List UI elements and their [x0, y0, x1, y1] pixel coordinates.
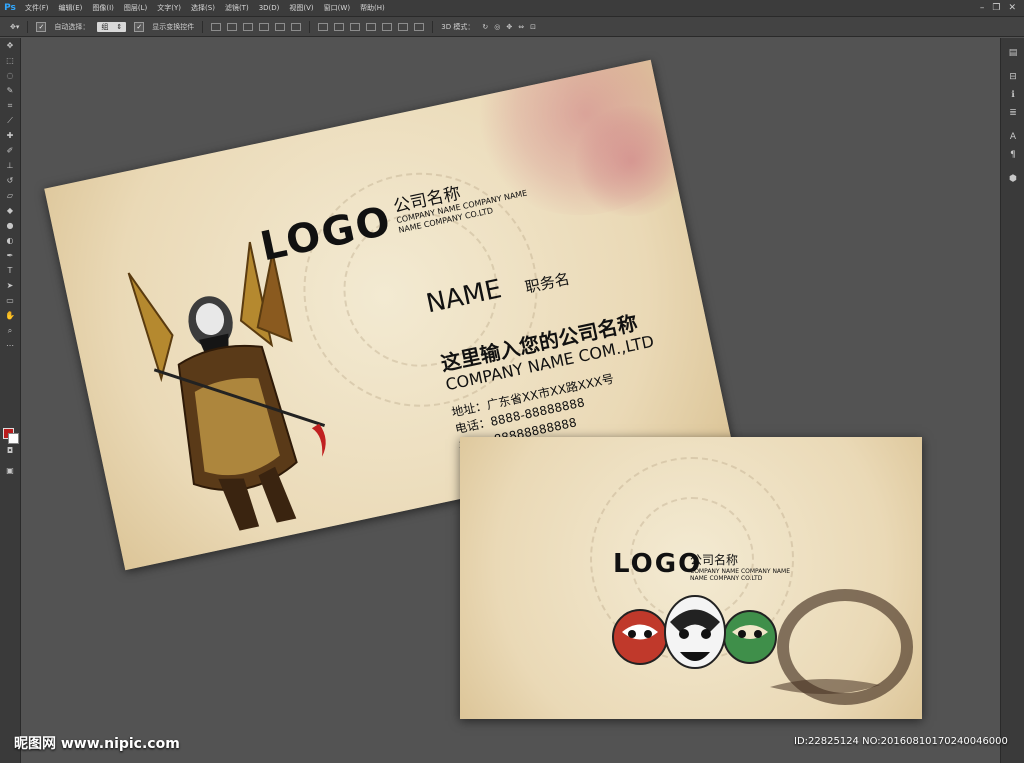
distribute-vcenter-icon[interactable]: [334, 22, 345, 31]
business-card-back[interactable]: LOGO 公司名称 COMPANY NAME COMPANY NAME NAME…: [460, 437, 922, 719]
crop-tool-icon[interactable]: ⌗: [0, 98, 20, 113]
auto-select-dropdown[interactable]: 组 ⇕: [97, 21, 127, 32]
roll-3d-icon[interactable]: ◎: [494, 23, 500, 31]
distribute-left-icon[interactable]: [366, 22, 377, 31]
slide-3d-icon[interactable]: ⇔: [518, 23, 524, 31]
auto-select-label: 自动选择：: [54, 22, 90, 31]
photoshop-logo-icon: Ps: [4, 3, 16, 13]
scale-3d-icon[interactable]: ⊡: [530, 23, 536, 31]
distribute-hcenter-icon[interactable]: [382, 22, 393, 31]
divider: [202, 20, 204, 33]
drag-3d-icon[interactable]: ✥: [506, 23, 512, 31]
distribute-top-icon[interactable]: [318, 22, 329, 31]
3d-panel-icon[interactable]: ⬢: [1001, 170, 1024, 188]
path-select-tool-icon[interactable]: ➤: [0, 278, 20, 293]
dodge-tool-icon[interactable]: ◐: [0, 233, 20, 248]
eyedropper-tool-icon[interactable]: ⟋: [0, 113, 20, 128]
divider: [309, 20, 311, 33]
company-name-cn: 公司名称: [690, 553, 739, 567]
blur-tool-icon[interactable]: ●: [0, 218, 20, 233]
logo-text: LOGO: [613, 549, 703, 579]
type-tool-icon[interactable]: T: [0, 263, 20, 278]
auto-select-value: 组: [101, 22, 109, 31]
options-bar: ✥▾ ✓ 自动选择： 组 ⇕ ✓ 显示变换控件 3D 模式： ↻ ◎ ✥ ⇔ ⊡: [0, 17, 1024, 37]
character-panel-icon[interactable]: A: [1001, 128, 1024, 146]
align-buttons: [211, 22, 302, 31]
zoom-tool-icon[interactable]: ⌕: [0, 323, 20, 338]
company-name-en-block: COMPANY NAME COMPANY NAME NAME COMPANY C…: [690, 568, 790, 582]
company-name-en-line2: NAME COMPANY CO.LTD: [690, 575, 763, 583]
menu-edit[interactable]: 编辑(E): [54, 3, 88, 13]
show-transform-checkbox[interactable]: ✓: [134, 21, 145, 32]
menu-view[interactable]: 视图(V): [284, 3, 318, 13]
menu-layer[interactable]: 图层(L): [119, 3, 152, 13]
menu-window[interactable]: 窗口(W): [319, 3, 355, 13]
menu-filter[interactable]: 滤镜(T): [220, 3, 254, 13]
opera-masks-image: [612, 595, 777, 669]
paint-bucket-tool-icon[interactable]: ◆: [0, 203, 20, 218]
company-name-en-line1: COMPANY NAME COMPANY NAME: [690, 568, 791, 575]
align-top-icon[interactable]: [211, 22, 222, 31]
distribute-right-icon[interactable]: [398, 22, 409, 31]
menu-3d[interactable]: 3D(D): [254, 4, 285, 12]
menu-image[interactable]: 图像(I): [87, 3, 119, 13]
menu-bar: Ps 文件(F) 编辑(E) 图像(I) 图层(L) 文字(Y) 选择(S) 滤…: [0, 0, 1024, 17]
rotate-3d-icon[interactable]: ↻: [482, 23, 488, 31]
align-bottom-icon[interactable]: [243, 22, 254, 31]
adjustments-panel-icon[interactable]: ≣: [1001, 104, 1024, 122]
menu-file[interactable]: 文件(F): [20, 3, 54, 13]
eraser-tool-icon[interactable]: ▱: [0, 188, 20, 203]
history-panel-icon[interactable]: ▤: [1001, 44, 1024, 62]
restore-icon[interactable]: ❐: [992, 3, 1000, 13]
history-brush-tool-icon[interactable]: ↺: [0, 173, 20, 188]
menu-help[interactable]: 帮助(H): [355, 3, 390, 13]
close-icon[interactable]: ✕: [1008, 3, 1016, 13]
site-watermark: 昵图网 www.nipic.com: [14, 736, 180, 752]
ink-brush-circle-image: [770, 589, 913, 705]
chevron-down-icon: ⇕: [116, 22, 123, 31]
more-tools-icon[interactable]: ⋯: [0, 338, 20, 353]
move-tool-icon[interactable]: ✥▾: [10, 23, 19, 31]
align-hcenter-icon[interactable]: [275, 22, 286, 31]
healing-brush-tool-icon[interactable]: ✚: [0, 128, 20, 143]
align-vcenter-icon[interactable]: [227, 22, 238, 31]
properties-panel-icon[interactable]: ⊟: [1001, 68, 1024, 86]
right-panel-dock: ▤ ⊟ ℹ ≣ A ¶ ⬢: [1000, 38, 1024, 763]
divider: [432, 20, 434, 33]
align-left-icon[interactable]: [259, 22, 270, 31]
mode-3d-buttons: ↻ ◎ ✥ ⇔ ⊡: [482, 23, 536, 31]
align-right-icon[interactable]: [291, 22, 302, 31]
marquee-tool-icon[interactable]: ⬚: [0, 53, 20, 68]
hand-tool-icon[interactable]: ✋: [0, 308, 20, 323]
distribute-bottom-icon[interactable]: [350, 22, 361, 31]
screen-mode-icon[interactable]: ▣: [0, 463, 20, 478]
minimize-icon[interactable]: –: [980, 3, 985, 13]
paragraph-panel-icon[interactable]: ¶: [1001, 146, 1024, 164]
divider: [27, 20, 29, 33]
quick-select-tool-icon[interactable]: ✎: [0, 83, 20, 98]
clone-stamp-tool-icon[interactable]: ⊥: [0, 158, 20, 173]
menu-select[interactable]: 选择(S): [186, 3, 220, 13]
auto-select-checkbox[interactable]: ✓: [36, 21, 47, 32]
lasso-tool-icon[interactable]: ◌: [0, 68, 20, 83]
pen-tool-icon[interactable]: ✒: [0, 248, 20, 263]
brush-tool-icon[interactable]: ✐: [0, 143, 20, 158]
distribute-buttons: [318, 22, 425, 31]
info-panel-icon[interactable]: ℹ: [1001, 86, 1024, 104]
auto-align-icon[interactable]: [414, 22, 425, 31]
menu-type[interactable]: 文字(Y): [152, 3, 186, 13]
show-transform-label: 显示变换控件: [152, 22, 195, 31]
mode-3d-label: 3D 模式：: [441, 22, 475, 31]
image-id-watermark: ID:22825124 NO:20160810170240046000: [794, 736, 1008, 747]
quick-mask-icon[interactable]: ◘: [0, 443, 20, 458]
shape-tool-icon[interactable]: ▭: [0, 293, 20, 308]
tools-panel: ✥ ⬚ ◌ ✎ ⌗ ⟋ ✚ ✐ ⊥ ↺ ▱ ◆ ● ◐ ✒ T ➤ ▭ ✋ ⌕ …: [0, 38, 21, 763]
move-tool-icon[interactable]: ✥: [0, 38, 20, 53]
